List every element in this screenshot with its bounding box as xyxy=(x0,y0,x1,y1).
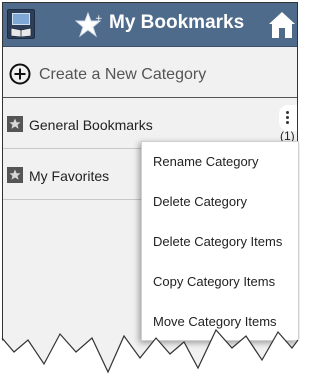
category-context-menu: Rename Category Delete Category Delete C… xyxy=(141,141,299,341)
menu-item-copy-category-items[interactable]: Copy Category Items xyxy=(142,262,298,302)
screen: + My Bookmarks Create a New Category Gen… xyxy=(2,2,299,380)
star-icon xyxy=(7,116,23,132)
create-category-row[interactable]: Create a New Category xyxy=(3,48,297,98)
svg-text:+: + xyxy=(95,14,103,24)
app-frame: + My Bookmarks Create a New Category Gen… xyxy=(0,0,300,382)
page-title: My Bookmarks xyxy=(109,12,245,33)
menu-item-delete-category[interactable]: Delete Category xyxy=(142,182,298,222)
bookmark-star-icon: + xyxy=(75,11,103,38)
plus-circle-icon xyxy=(9,63,31,85)
logo-screen xyxy=(12,13,30,25)
home-icon[interactable] xyxy=(267,9,297,41)
category-label: My Favorites xyxy=(29,168,110,184)
create-category-label: Create a New Category xyxy=(39,66,207,83)
app-logo-icon[interactable] xyxy=(7,9,35,39)
menu-item-rename-category[interactable]: Rename Category xyxy=(142,142,298,182)
more-vert-icon-dot xyxy=(286,121,289,124)
star-icon xyxy=(7,167,23,183)
book-icon xyxy=(10,27,32,37)
app-bar: + My Bookmarks xyxy=(3,3,297,47)
menu-item-move-category-items[interactable]: Move Category Items xyxy=(142,302,298,342)
category-label: General Bookmarks xyxy=(29,117,153,133)
overflow-menu-button[interactable] xyxy=(279,105,297,131)
more-vert-icon-dot xyxy=(286,116,289,119)
more-vert-icon xyxy=(286,111,289,114)
menu-item-delete-category-items[interactable]: Delete Category Items xyxy=(142,222,298,262)
